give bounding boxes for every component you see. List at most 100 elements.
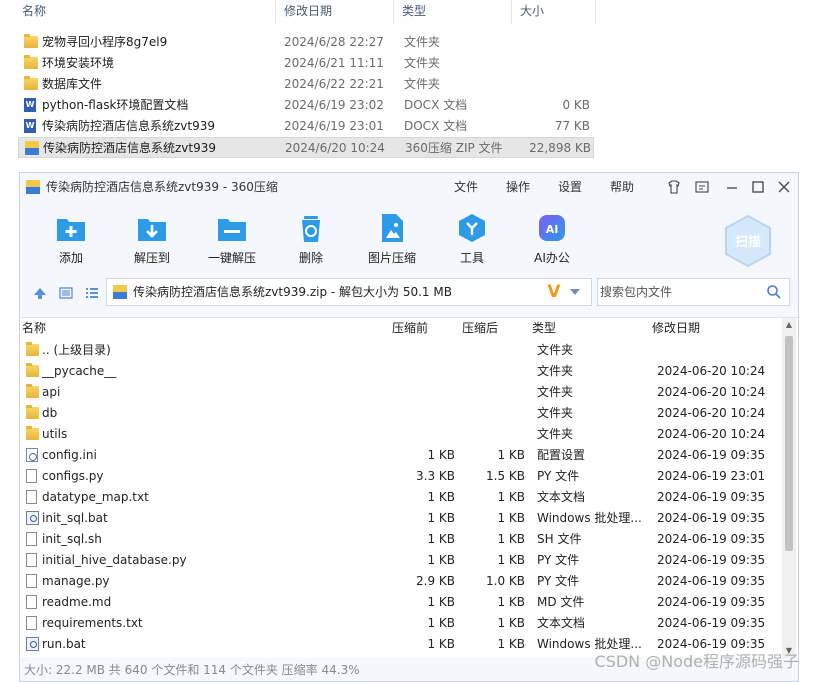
batch-file-icon: [26, 511, 39, 525]
ai-office-button[interactable]: AI AI办公: [517, 209, 587, 269]
scan-button[interactable]: 扫描: [720, 213, 776, 269]
list-item[interactable]: config.ini 1 KB 1 KB 配置设置 2024-06-19 09:35: [20, 445, 780, 466]
list-item[interactable]: db 文件夹 2024-06-20 10:24: [20, 403, 780, 424]
extract-to-button[interactable]: 解压到: [117, 209, 187, 269]
scrollbar-thumb[interactable]: [785, 336, 793, 551]
file-name: 环境安装环境: [42, 56, 115, 70]
search-icon[interactable]: [766, 284, 782, 300]
zip-app-icon: [26, 180, 40, 194]
list-header: 名称 压缩前 压缩后 类型 修改日期: [20, 318, 780, 340]
file-list: 名称 压缩前 压缩后 类型 修改日期 .. (上级目录) 文件夹 __pycache…: [20, 317, 798, 658]
list-item[interactable]: manage.py 2.9 KB 1.0 KB PY 文件 2024-06-19 09:…: [20, 571, 780, 592]
entry-original-size: 2.9 KB: [416, 574, 455, 588]
search-input[interactable]: [600, 281, 760, 303]
entry-compressed-size: [460, 403, 525, 424]
file-size: 0 KB: [562, 98, 590, 112]
list-item[interactable]: requirements.txt 1 KB 1 KB 文本文档 2024-06-19 0…: [20, 613, 780, 634]
explorer-row[interactable]: 传染病防控酒店信息系统zvt939 2024/6/20 10:24 360压缩 ZI…: [18, 137, 594, 158]
column-name[interactable]: 名称: [20, 318, 46, 338]
entry-original-size: 3.3 KB: [416, 469, 455, 483]
list-item[interactable]: api 文件夹 2024-06-20 10:24: [20, 382, 780, 403]
entry-original-size: [380, 340, 455, 361]
column-compressed-size[interactable]: 压缩后: [460, 318, 498, 338]
explorer-row[interactable]: python-flask环境配置文档 2024/6/19 23:02 DOCX 文档…: [18, 95, 594, 116]
list-item[interactable]: datatype_map.txt 1 KB 1 KB 文本文档 2024-06-19 0…: [20, 487, 780, 508]
folder-icon: [26, 384, 39, 398]
file-date: 2024/6/21 11:11: [284, 56, 384, 70]
column-size[interactable]: 大小: [512, 0, 596, 24]
zip-window: 传染病防控酒店信息系统zvt939 - 360压缩 文件 操作 设置 帮助 添加: [19, 172, 799, 682]
menu-settings[interactable]: 设置: [558, 173, 582, 201]
address-badge[interactable]: V: [545, 281, 563, 303]
image-compress-button[interactable]: 图片压缩: [357, 209, 427, 269]
column-name[interactable]: 名称: [14, 0, 276, 24]
entry-compressed-size: 1 KB: [497, 511, 525, 525]
explorer-row[interactable]: 环境安装环境 2024/6/21 11:11 文件夹: [18, 53, 594, 74]
scroll-up-icon[interactable]: ▲: [782, 318, 796, 332]
file-icon: [26, 490, 37, 504]
entry-type: 文本文档: [537, 616, 586, 630]
scan-label: 扫描: [735, 234, 761, 250]
file-size: [518, 53, 590, 74]
menu-help[interactable]: 帮助: [610, 173, 634, 201]
column-modified-date[interactable]: 修改日期: [650, 318, 700, 338]
thumbnail-view-icon[interactable]: [58, 285, 74, 301]
zip-archive-icon: [25, 141, 39, 155]
column-type[interactable]: 类型: [530, 318, 556, 338]
file-icon: [26, 574, 37, 588]
file-type: 文件夹: [404, 77, 441, 91]
list-item[interactable]: .. (上级目录) 文件夹: [20, 340, 780, 361]
word-doc-icon: [24, 98, 36, 112]
entry-name: configs.py: [42, 469, 104, 483]
list-item[interactable]: init_sql.sh 1 KB 1 KB SH 文件 2024-06-19 09:35: [20, 529, 780, 550]
entry-compressed-size: 1 KB: [497, 616, 525, 630]
list-item[interactable]: __pycache__ 文件夹 2024-06-20 10:24: [20, 361, 780, 382]
skin-icon[interactable]: [666, 179, 682, 195]
entry-date: 2024-06-19 09:35: [657, 616, 766, 630]
file-date: 2024/6/22 22:21: [284, 77, 384, 91]
add-button[interactable]: 添加: [36, 209, 106, 269]
explorer-row[interactable]: 数据库文件 2024/6/22 22:21 文件夹: [18, 74, 594, 95]
delete-button[interactable]: 删除: [276, 209, 346, 269]
menu-file[interactable]: 文件: [454, 173, 478, 201]
tools-button[interactable]: 工具: [437, 209, 507, 269]
entry-original-size: 1 KB: [427, 511, 455, 525]
window-title: 传染病防控酒店信息系统zvt939 - 360压缩: [46, 180, 278, 194]
menu-operations[interactable]: 操作: [506, 173, 530, 201]
column-original-size[interactable]: 压缩前: [390, 318, 428, 338]
vertical-scrollbar[interactable]: ▲ ▼: [782, 318, 796, 658]
list-item[interactable]: configs.py 3.3 KB 1.5 KB PY 文件 2024-06-19 23…: [20, 466, 780, 487]
file-size: 77 KB: [554, 119, 590, 133]
feedback-icon[interactable]: [694, 179, 710, 195]
minimize-icon[interactable]: [724, 179, 740, 195]
list-item[interactable]: init_sql.bat 1 KB 1 KB Windows 批处理... 2024-0…: [20, 508, 780, 529]
add-label: 添加: [58, 251, 83, 265]
one-click-extract-button[interactable]: 一键解压: [197, 209, 267, 269]
entry-name: config.ini: [42, 448, 97, 462]
column-type[interactable]: 类型: [394, 0, 512, 24]
entry-type: 文件夹: [537, 406, 574, 420]
chevron-down-icon[interactable]: [569, 287, 581, 297]
close-icon[interactable]: [776, 179, 792, 195]
list-view-icon[interactable]: [84, 285, 100, 301]
list-item[interactable]: initial_hive_database.py 1 KB 1 KB PY 文件 202…: [20, 550, 780, 571]
explorer-row[interactable]: 传染病防控酒店信息系统zvt939 2024/6/19 23:01 DOCX 文档 7…: [18, 116, 594, 137]
entry-date: 2024-06-19 09:35: [657, 532, 766, 546]
explorer-row[interactable]: 宠物寻回小程序8g7el9 2024/6/28 22:27 文件夹: [18, 32, 594, 53]
list-item[interactable]: utils 文件夹 2024-06-20 10:24: [20, 424, 780, 445]
image-compress-icon: [376, 213, 408, 243]
maximize-icon[interactable]: [750, 179, 766, 195]
folder-icon: [26, 405, 39, 419]
address-bar[interactable]: 传染病防控酒店信息系统zvt939.zip - 解包大小为 50.1 MB V: [106, 278, 592, 306]
entry-name: init_sql.bat: [42, 511, 108, 525]
list-item[interactable]: readme.md 1 KB 1 KB MD 文件 2024-06-19 09:35: [20, 592, 780, 613]
entry-type: MD 文件: [537, 595, 585, 609]
entry-compressed-size: 1 KB: [497, 448, 525, 462]
up-arrow-icon[interactable]: [32, 285, 48, 301]
column-date[interactable]: 修改日期: [276, 0, 394, 24]
entry-name: utils: [42, 427, 68, 441]
folder-icon: [26, 426, 39, 440]
entry-name: init_sql.sh: [42, 532, 102, 546]
file-date: 2024/6/19 23:01: [284, 119, 384, 133]
entry-original-size: [380, 403, 455, 424]
